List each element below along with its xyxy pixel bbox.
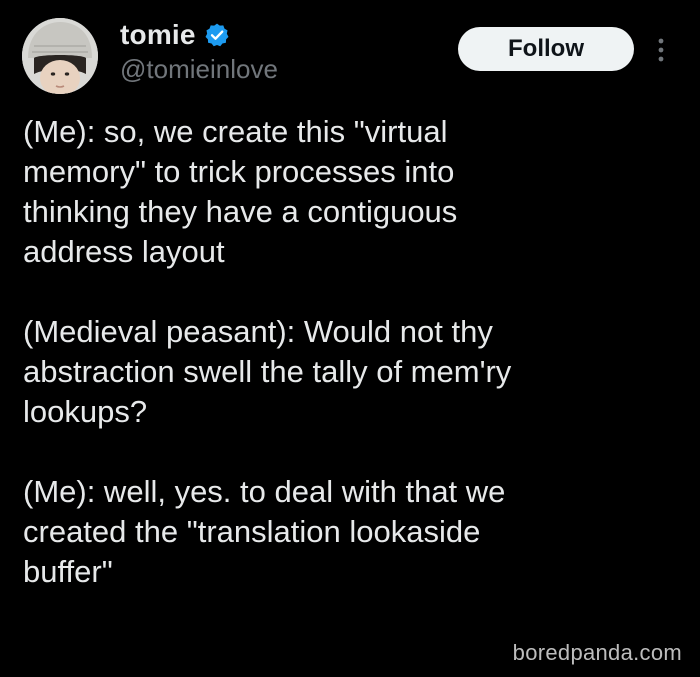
- avatar-photo-icon: [22, 18, 98, 94]
- tweet-paragraph: (Me): so, we create this "virtual memory…: [23, 114, 458, 269]
- verified-badge-icon: [204, 22, 230, 48]
- tweet-paragraph: (Medieval peasant): Would not thy abstra…: [23, 314, 512, 429]
- author-name-row: tomie: [120, 16, 230, 54]
- author-display-name[interactable]: tomie: [120, 19, 196, 51]
- avatar[interactable]: [22, 18, 98, 94]
- tweet-text: (Me): so, we create this "virtual memory…: [23, 112, 663, 592]
- author-handle[interactable]: @tomieinlove: [120, 54, 278, 85]
- tweet-header: tomie @tomieinlove Follow: [0, 0, 700, 110]
- more-vertical-icon[interactable]: [650, 34, 672, 66]
- follow-button[interactable]: Follow: [458, 27, 634, 71]
- source-watermark: boredpanda.com: [512, 640, 682, 665]
- tweet-paragraph: (Me): well, yes. to deal with that we cr…: [23, 474, 506, 589]
